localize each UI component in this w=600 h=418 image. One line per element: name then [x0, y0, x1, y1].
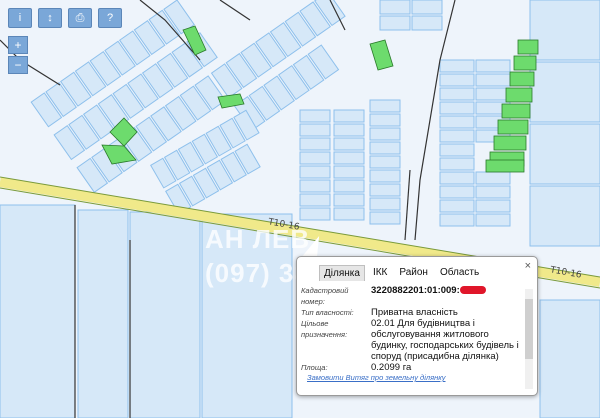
tab-parcel[interactable]: Ділянка [319, 265, 365, 281]
field-value: 3220882201:01:009: [371, 285, 519, 307]
tab-region[interactable]: Область [436, 265, 483, 281]
parcel-info-popup: Ділянка ІКК Район Область × Кадастровий … [296, 256, 538, 396]
help-icon[interactable]: ? [98, 8, 122, 28]
field-label: Цільове призначення: [301, 319, 348, 339]
field-value: Приватна власність [371, 307, 458, 318]
field-label: Кадастровий номер: [301, 286, 349, 306]
field-ownership-type: Тип власності: Приватна власність [297, 307, 523, 318]
tab-district[interactable]: Район [395, 265, 432, 281]
field-cadastral-number: Кадастровий номер: 3220882201:01:009: [297, 285, 523, 307]
watermark: АН ЛЕВ (097) 38 [205, 222, 310, 290]
zoom-controls: + − [8, 36, 28, 74]
measure-icon[interactable]: ↕ [38, 8, 62, 28]
cadastral-number-value: 3220882201:01:009: [371, 285, 460, 296]
order-extract-link[interactable]: Замовити Витяг про земельну ділянку [307, 373, 446, 382]
redaction-mark [459, 286, 486, 295]
zoom-in-button[interactable]: + [8, 36, 28, 54]
popup-fields: Кадастровий номер: 3220882201:01:009: Ти… [297, 285, 523, 373]
info-icon[interactable]: i [8, 8, 32, 28]
tab-ikk[interactable]: ІКК [369, 265, 391, 281]
close-icon[interactable]: × [525, 260, 531, 272]
zoom-out-button[interactable]: − [8, 56, 28, 74]
field-value: 0.2099 га [371, 362, 412, 373]
scrollbar-thumb[interactable] [525, 299, 533, 359]
print-icon[interactable]: ⎙ [68, 8, 92, 28]
map-toolbar: i ↕ ⎙ ? [8, 8, 122, 28]
field-value: 02.01 Для будівництва і обслуговування ж… [371, 318, 519, 362]
field-area: Площа: 0.2099 га [297, 362, 523, 373]
field-label: Площа: [301, 363, 328, 372]
field-label: Тип власності: [301, 308, 354, 317]
popup-scrollbar[interactable] [525, 289, 533, 389]
watermark-line-2: (097) 38 [205, 258, 310, 288]
popup-tabs: Ділянка ІКК Район Область [297, 257, 537, 281]
field-purpose: Цільове призначення: 02.01 Для будівницт… [297, 318, 523, 362]
